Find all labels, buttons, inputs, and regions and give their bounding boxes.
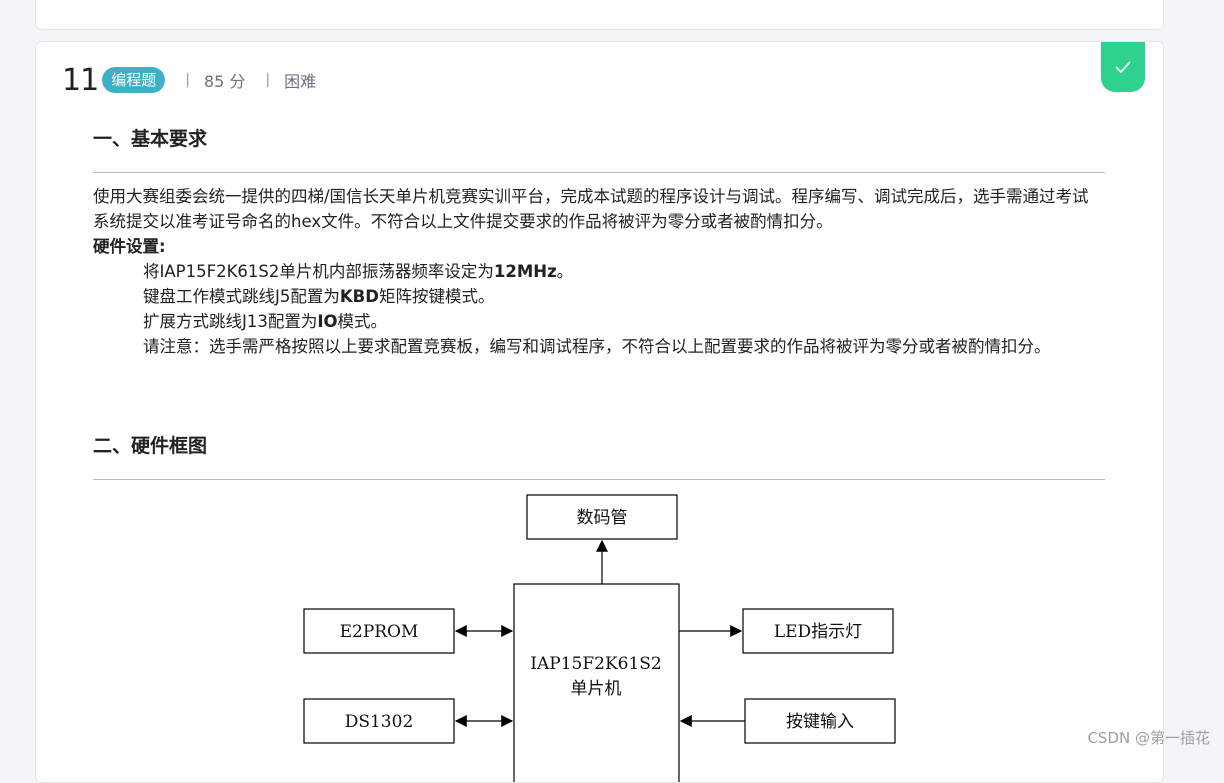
checkmark-icon [1115, 61, 1131, 74]
question-card: 11 编程题 | 85 分 | 困难 一、基本要求 使用大赛组委会统一提供的四梯… [35, 41, 1164, 783]
question-score: 85 分 [203, 72, 246, 91]
divider [93, 172, 1105, 173]
hardware-line-1: 将IAP15F2K61S2单片机内部振荡器频率设定为12MHz。 [143, 262, 574, 281]
block-eeprom: E2PROM [303, 608, 455, 654]
block-mcu: IAP15F2K61S2 单片机 [513, 583, 680, 782]
section-title-diagram: 二、硬件框图 [93, 435, 208, 457]
svg-text:DS1302: DS1302 [345, 712, 414, 732]
hardware-block-diagram: 数码管 IAP15F2K61S2 单片机 E2PROM DS1302 LED指示… [303, 494, 896, 782]
previous-question-card [35, 0, 1164, 30]
svg-text:单片机: 单片机 [571, 679, 622, 699]
svg-text:LED指示灯: LED指示灯 [774, 622, 862, 642]
svg-text:E2PROM: E2PROM [340, 622, 419, 642]
block-rtc: DS1302 [303, 698, 455, 744]
hardware-settings-label: 硬件设置: [93, 237, 166, 256]
question-type-badge: 编程题 [102, 67, 166, 93]
completed-flag [1101, 42, 1145, 92]
question-difficulty: 困难 [284, 72, 317, 91]
separator: | [265, 72, 271, 88]
basic-paragraph: 使用大赛组委会统一提供的四梯/国信长天单片机竞赛实训平台，完成本试题的程序设计与… [93, 187, 1089, 231]
svg-text:数码管: 数码管 [577, 508, 628, 528]
block-led: LED指示灯 [742, 608, 894, 654]
section-title-basic: 一、基本要求 [93, 128, 208, 150]
hardware-line-3: 扩展方式跳线J13配置为IO模式。 [143, 312, 388, 331]
svg-text:按键输入: 按键输入 [786, 712, 854, 732]
block-display: 数码管 [526, 494, 678, 540]
divider [93, 479, 1105, 480]
watermark: CSDN @第一插花 [1087, 729, 1210, 747]
question-number: 11 [62, 62, 99, 98]
hardware-note: 请注意：选手需严格按照以上要求配置竞赛板，编写和调试程序，不符合以上配置要求的作… [143, 337, 1051, 356]
separator: | [185, 72, 190, 88]
svg-text:IAP15F2K61S2: IAP15F2K61S2 [530, 654, 661, 674]
question-header: 11 编程题 | 85 分 | 困难 [62, 62, 316, 98]
hardware-line-2: 键盘工作模式跳线J5配置为KBD矩阵按键模式。 [143, 287, 495, 306]
basic-requirements-text: 使用大赛组委会统一提供的四梯/国信长天单片机竞赛实训平台，完成本试题的程序设计与… [93, 184, 1105, 359]
block-keys: 按键输入 [744, 698, 896, 744]
